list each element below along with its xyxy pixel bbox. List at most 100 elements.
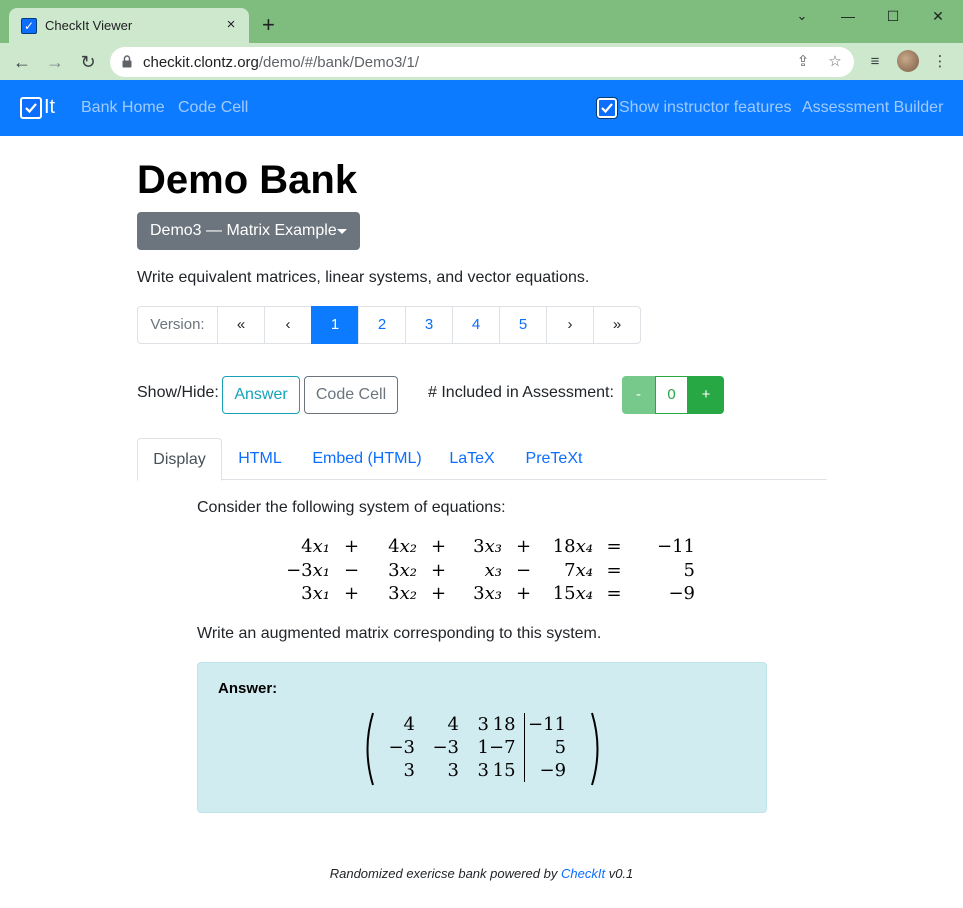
version-pagination: Version: « ‹ 1 2 3 4 5 › » — [137, 306, 641, 344]
window-maximize-button[interactable]: ☐ — [879, 6, 907, 26]
equals-sign: = — [606, 536, 622, 557]
tab-latex[interactable]: LaTeX — [440, 438, 504, 480]
prev-page-button[interactable]: ‹ — [264, 306, 312, 344]
rhs-value: 5 — [683, 559, 695, 581]
version-3-button[interactable]: 3 — [405, 306, 453, 344]
variable: x₂ — [399, 583, 417, 604]
exercise-instruction: Write an augmented matrix corresponding … — [197, 625, 602, 642]
matrix-row: 3 3 3 15 −9 — [379, 759, 566, 782]
version-5-button[interactable]: 5 — [499, 306, 547, 344]
right-paren-icon — [591, 712, 599, 786]
variable: x₁ — [312, 559, 330, 581]
operator: − — [343, 559, 360, 581]
reload-icon[interactable]: ↻ — [75, 49, 101, 75]
matrix-cell: 4 — [403, 714, 415, 735]
share-icon[interactable]: ⇪ — [793, 52, 813, 72]
system-row: −3x₁ −3x₂ + x₃ −7x₄ = 5 — [276, 559, 695, 583]
tab-embed-html[interactable]: Embed (HTML) — [302, 438, 432, 480]
checkmark-icon — [601, 103, 613, 114]
more-menu-icon[interactable]: ⋮ — [929, 51, 951, 73]
system-term: −3x₁ — [276, 559, 330, 583]
coefficient: 4 — [388, 536, 400, 557]
matrix-cell: −9 — [539, 760, 567, 781]
version-2-button[interactable]: 2 — [358, 306, 406, 344]
system-row: 3x₁ +3x₂ +3x₃ +15x₄ = −9 — [276, 582, 695, 606]
matrix-row: −3 −3 1 −7 5 — [379, 736, 566, 759]
footer-version: v0.1 — [608, 866, 634, 881]
exercise-dropdown-label: Demo3 — Matrix Example — [150, 222, 337, 239]
increment-button[interactable]: + — [688, 376, 724, 414]
system-term: 18x₄ — [545, 535, 593, 559]
variable: x₂ — [399, 536, 417, 557]
output-tabs: Display HTML Embed (HTML) LaTeX PreTeXt — [137, 438, 827, 481]
back-arrow-icon[interactable]: ← — [9, 49, 35, 75]
checkbox-logo-icon — [20, 97, 42, 119]
version-1-button[interactable]: 1 — [311, 306, 359, 344]
exercise-prompt: Consider the following system of equatio… — [197, 499, 506, 516]
version-label: Version: — [137, 306, 218, 344]
rhs-value: −11 — [657, 536, 695, 557]
nav-code-cell[interactable]: Code Cell — [178, 99, 248, 117]
address-bar[interactable]: checkit.clontz.org/demo/#/bank/Demo3/1/ … — [110, 47, 854, 77]
footer: Randomized exericse bank powered by Chec… — [0, 866, 963, 881]
tab-pretext[interactable]: PreTeXt — [514, 438, 594, 480]
first-page-button[interactable]: « — [217, 306, 265, 344]
coefficient: 7 — [564, 559, 576, 581]
operator: + — [343, 583, 360, 604]
matrix-cell: −7 — [489, 736, 525, 759]
answer-toggle-button[interactable]: Answer — [222, 376, 300, 414]
rhs-value: −9 — [668, 583, 695, 604]
system-term: 3x₂ — [373, 582, 417, 606]
version-4-button[interactable]: 4 — [452, 306, 500, 344]
checkit-link[interactable]: CheckIt — [561, 866, 605, 881]
last-page-button[interactable]: » — [593, 306, 641, 344]
variable: x₁ — [312, 536, 330, 557]
footer-text: Randomized exericse bank powered by — [329, 866, 558, 881]
media-queue-icon[interactable]: ≡ — [864, 51, 886, 73]
variable: x₃ — [484, 559, 502, 581]
tab-display[interactable]: Display — [137, 438, 222, 481]
star-icon[interactable]: ☆ — [825, 52, 845, 72]
variable: x₄ — [575, 559, 593, 581]
coefficient: 18 — [552, 536, 576, 557]
decrement-button[interactable]: - — [622, 376, 655, 414]
tab-close-icon[interactable]: × — [222, 16, 240, 34]
checkbox-favicon-icon: ✓ — [21, 18, 37, 34]
variable: x₁ — [312, 583, 330, 604]
nav-bank-home[interactable]: Bank Home — [81, 99, 165, 117]
coefficient: −3 — [286, 559, 313, 581]
exercise-description: Write equivalent matrices, linear system… — [137, 269, 590, 286]
page-title: Demo Bank — [137, 158, 358, 202]
matrix-cell: 3 — [447, 760, 459, 781]
system-term: 4x₁ — [276, 535, 330, 559]
instructor-features-checkbox[interactable] — [596, 97, 618, 119]
code-cell-toggle-button[interactable]: Code Cell — [304, 376, 398, 414]
new-tab-button[interactable]: + — [262, 14, 275, 36]
nav-assessment-builder[interactable]: Assessment Builder — [802, 99, 943, 117]
operator: − — [515, 559, 532, 581]
url-host: checkit.clontz.org — [143, 54, 259, 71]
forward-arrow-icon[interactable]: → — [42, 49, 68, 75]
matrix-cell: 4 — [447, 714, 459, 735]
avatar[interactable] — [897, 50, 919, 72]
system-term: x₃ — [460, 559, 502, 583]
left-paren-icon — [366, 712, 374, 786]
exercise-dropdown[interactable]: Demo3 — Matrix Example — [137, 212, 360, 250]
caret-down-icon — [337, 229, 347, 234]
window-minimize-button[interactable]: — — [834, 6, 862, 26]
window-close-button[interactable]: ✕ — [924, 6, 952, 26]
coefficient: 3 — [388, 583, 400, 604]
browser-tab[interactable]: ✓ CheckIt Viewer × — [9, 8, 249, 43]
operator: + — [515, 536, 532, 557]
tab-title: CheckIt Viewer — [45, 18, 133, 33]
system-term: 3x₂ — [373, 559, 417, 583]
chevron-down-icon[interactable]: ⌄ — [788, 6, 816, 26]
matrix-cell: 3 — [477, 714, 489, 735]
tab-html[interactable]: HTML — [226, 438, 294, 480]
equals-sign: = — [606, 583, 622, 604]
next-page-button[interactable]: › — [546, 306, 594, 344]
app-navbar: It Bank Home Code Cell Show instructor f… — [0, 80, 963, 136]
url-text[interactable]: checkit.clontz.org/demo/#/bank/Demo3/1/ — [143, 54, 419, 71]
variable: x₄ — [575, 583, 593, 604]
instructor-features-label[interactable]: Show instructor features — [619, 99, 792, 117]
